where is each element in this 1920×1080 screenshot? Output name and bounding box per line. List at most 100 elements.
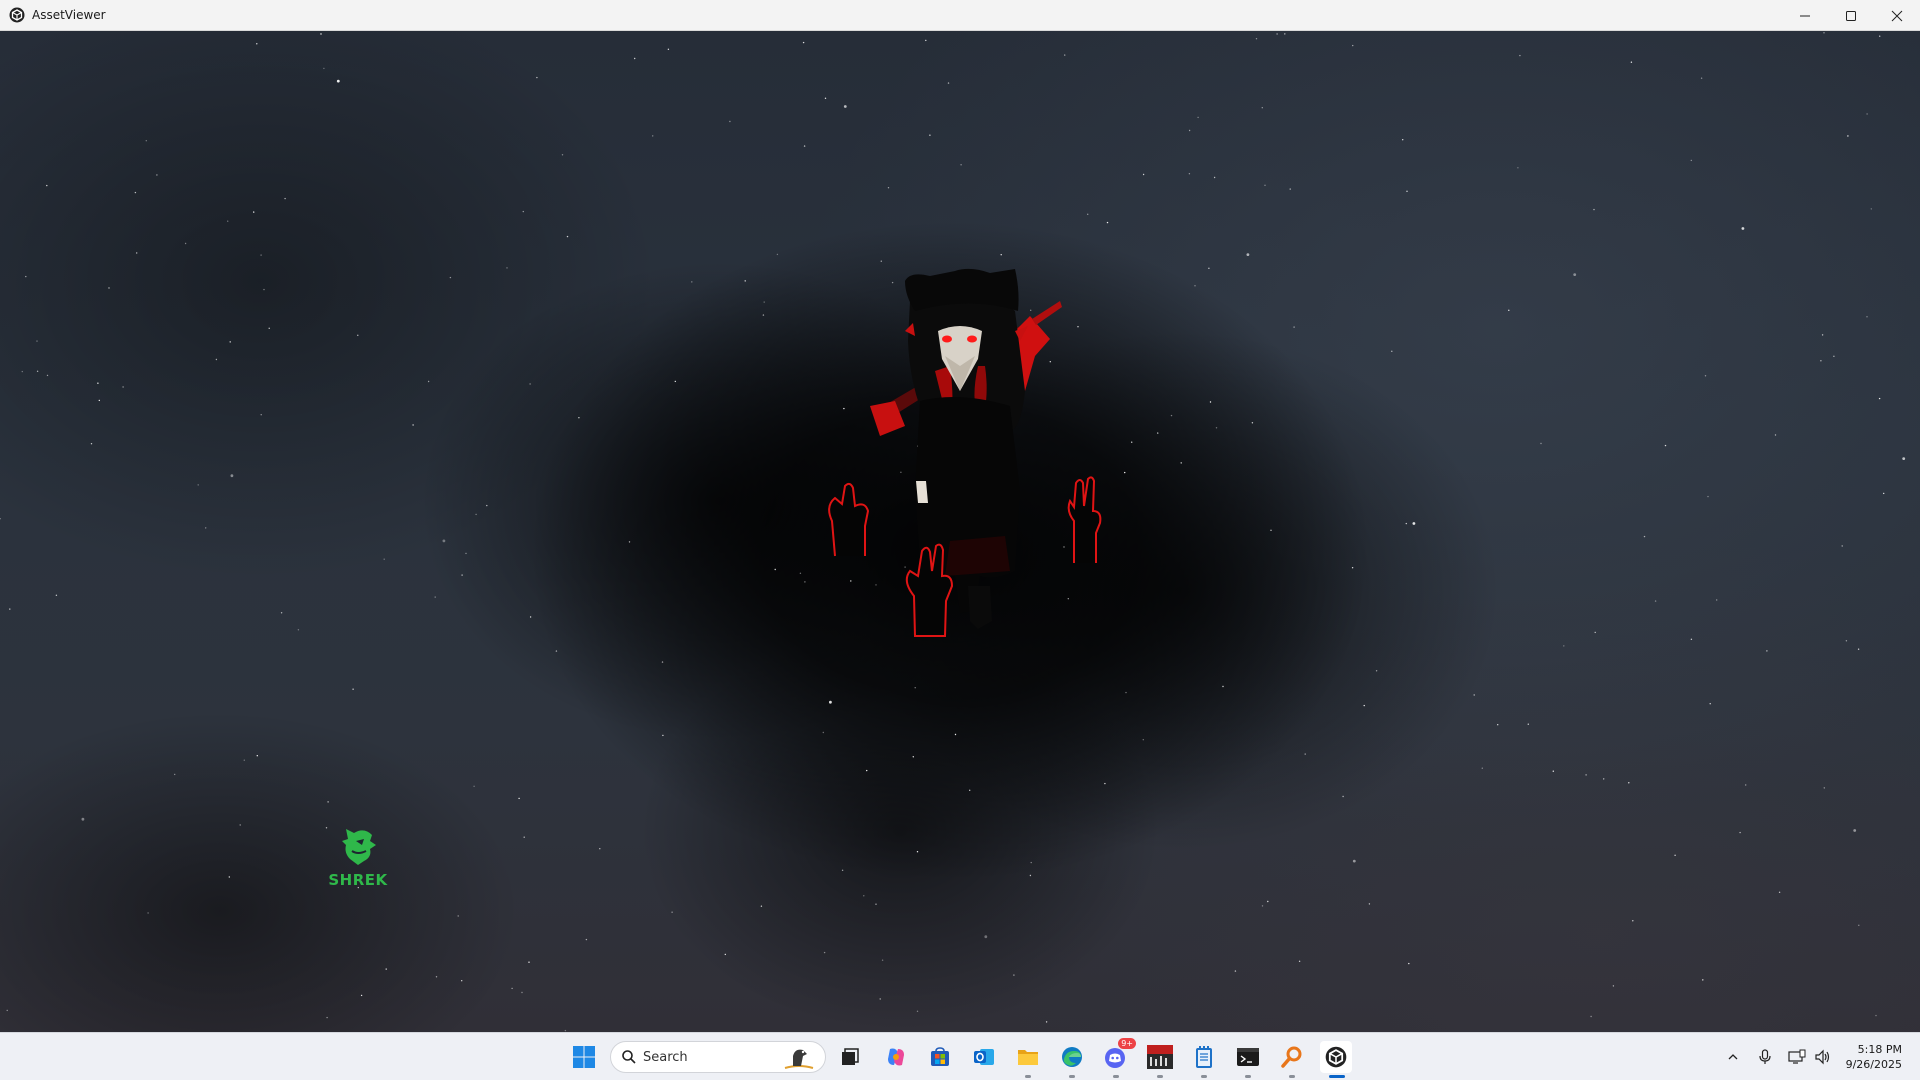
start-button[interactable] [568,1041,600,1073]
close-button[interactable] [1874,0,1920,31]
shrek-head-icon [342,829,376,865]
star [561,154,564,156]
star [529,383,531,385]
star [691,281,693,283]
star [1690,159,1693,162]
volume-button[interactable] [1810,1041,1836,1073]
voicemeeter-button[interactable] [1144,1041,1176,1078]
star [473,785,475,787]
star [802,41,805,44]
star [1267,900,1269,903]
star [427,380,430,383]
active-indicator [1329,1075,1345,1078]
speaker-icon [1815,1049,1830,1065]
star [916,1010,919,1012]
star [1197,116,1199,119]
star [97,382,99,384]
star [667,48,670,50]
star [969,789,971,791]
outlook-button[interactable] [968,1041,1000,1073]
star [1643,535,1646,538]
star [434,596,436,598]
terminal-button[interactable] [1232,1041,1264,1078]
task-view-icon [842,1048,859,1065]
star [9,608,11,610]
star [776,253,779,256]
star [1858,924,1860,926]
system-tray [1720,1033,1836,1080]
edge-button[interactable] [1056,1041,1088,1078]
star [1778,891,1781,893]
network-button[interactable] [1784,1041,1810,1073]
star [0,518,1,520]
star [652,135,654,137]
star [1276,33,1278,35]
star [1690,638,1693,640]
notepad-button[interactable] [1188,1041,1220,1078]
star [1563,645,1565,647]
star [744,280,746,282]
assetviewer-button[interactable] [1320,1041,1352,1078]
3d-viewport[interactable]: SHREK [0,31,1920,1032]
windows-icon [573,1046,595,1068]
star [829,700,832,704]
star [227,220,229,222]
maximize-button[interactable] [1828,0,1874,31]
star [21,370,23,373]
edge-icon [1062,1047,1082,1067]
file-explorer-button[interactable] [1012,1041,1044,1078]
voicemeeter-icon [1147,1045,1173,1069]
avatar-model[interactable] [820,241,1120,661]
clock[interactable]: 5:18 PM 9/26/2025 [1846,1042,1902,1072]
star [229,341,231,343]
microphone-button[interactable] [1752,1041,1778,1073]
star [1406,190,1408,192]
star [671,911,673,913]
star [984,935,988,939]
star [729,120,731,123]
minimize-button[interactable] [1782,0,1828,31]
star [1405,522,1408,525]
discord-button[interactable]: 9+ [1100,1038,1136,1078]
task-view-button[interactable] [834,1041,866,1073]
star [925,39,927,42]
star [1870,208,1873,210]
star [1875,1014,1877,1017]
star [1131,441,1133,443]
logo-text: SHREK [328,871,388,889]
star [228,876,230,878]
store-icon [931,1047,949,1066]
star [1351,567,1354,569]
star [1585,774,1587,776]
star [1630,61,1633,63]
hand-outline-right [1067,476,1102,563]
show-hidden-icons-button[interactable] [1720,1041,1746,1073]
title-bar: AssetViewer [0,0,1920,31]
star [461,980,463,982]
store-button[interactable] [924,1041,956,1073]
star [383,558,385,560]
star [1375,670,1378,672]
search-tool-button[interactable] [1276,1041,1308,1078]
star [1853,829,1857,832]
taskbar-search[interactable]: Search [610,1041,826,1073]
star [875,903,877,905]
network-icon [1788,1049,1806,1064]
star [1125,691,1127,694]
star [90,443,93,445]
star [147,912,149,914]
star [1170,414,1173,417]
star [822,731,824,734]
star [1412,522,1416,525]
star [523,836,525,838]
magnifier-icon [1281,1046,1302,1068]
star [1298,960,1301,962]
star [1284,33,1286,35]
star [1342,795,1344,798]
star [1707,495,1709,498]
copilot-button[interactable] [880,1041,912,1073]
star [1654,600,1657,602]
star [134,191,137,194]
star [1540,442,1542,445]
search-highlight-icon [784,1049,814,1069]
